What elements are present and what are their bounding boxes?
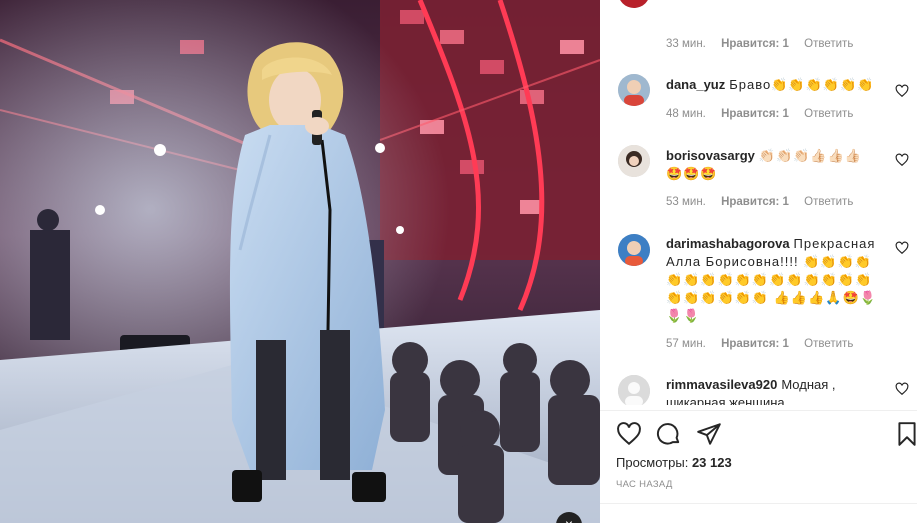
video-frame (0, 0, 600, 523)
bookmark-icon[interactable] (894, 421, 917, 447)
comment-username[interactable]: darimashabagorova (666, 236, 790, 251)
comment-meta: 48 мин. Нравится: 1 Ответить (666, 108, 865, 120)
comment-meta: 57 мин. Нравится: 1 Ответить (666, 338, 865, 350)
reply-button[interactable]: Ответить (804, 108, 853, 120)
comment-username[interactable]: rimmavasileva920 (666, 377, 777, 392)
heart-icon[interactable] (895, 84, 909, 98)
post-timestamp[interactable]: ЧАС НАЗАД (616, 479, 673, 490)
comment-meta: 53 мин. Нравится: 1 Ответить (666, 196, 865, 208)
comment-text: borisovasargy 👏🏻👏🏻👏🏻👍🏻👍🏻👍🏻 🤩🤩🤩 (666, 147, 882, 183)
comment-username[interactable]: dana_yuz (666, 77, 725, 92)
avatar[interactable] (618, 74, 650, 106)
comment-likes[interactable]: Нравится: 1 (721, 196, 789, 208)
reply-button[interactable]: Ответить (804, 338, 853, 350)
avatar[interactable] (618, 375, 650, 405)
avatar[interactable] (618, 0, 650, 8)
comment-text: dana_yuz Браво👏👏👏👏👏👏 (666, 76, 882, 94)
heart-icon[interactable] (895, 382, 909, 396)
video-player[interactable]: × (0, 0, 600, 523)
views-label: Просмотры: (616, 455, 689, 470)
comment-text: rimmavasileva920 Модная , шикарная женщин… (666, 376, 882, 405)
views-value: 23 123 (691, 455, 732, 470)
comment-time: 33 мин. (666, 38, 706, 50)
heart-icon[interactable] (895, 153, 909, 167)
reply-button[interactable]: Ответить (804, 38, 853, 50)
comments-list[interactable]: 33 мин. Нравится: 1 Ответить dana_yuz Бра… (600, 0, 917, 405)
share-icon[interactable] (696, 421, 722, 447)
comment-likes[interactable]: Нравится: 1 (721, 338, 789, 350)
comments-panel: 33 мин. Нравится: 1 Ответить dana_yuz Бра… (600, 0, 917, 523)
comment-body: Браво👏👏👏👏👏👏 (729, 77, 875, 92)
comment-username[interactable]: borisovasargy (666, 148, 755, 163)
action-bar: Просмотры: 23 123 ЧАС НАЗАД (600, 410, 917, 523)
comment-time: 53 мин. (666, 196, 706, 208)
comment-time: 57 мин. (666, 338, 706, 350)
comment-meta: 33 мин. Нравится: 1 Ответить (666, 38, 865, 50)
heart-icon[interactable] (895, 241, 909, 255)
comment-likes[interactable]: Нравится: 1 (721, 38, 789, 50)
comment-likes[interactable]: Нравится: 1 (721, 108, 789, 120)
avatar[interactable] (618, 145, 650, 177)
heart-icon[interactable] (616, 421, 642, 447)
comment-text: darimashabagorova Прекрасная Алла Борисов… (666, 235, 882, 325)
divider (600, 503, 917, 504)
views-count[interactable]: Просмотры: 23 123 (616, 455, 732, 470)
post-viewer: × 33 мин. Нравится: 1 Ответить dana_yuz Б… (0, 0, 917, 523)
comment-time: 48 мин. (666, 108, 706, 120)
comment-icon[interactable] (656, 421, 682, 447)
reply-button[interactable]: Ответить (804, 196, 853, 208)
avatar[interactable] (618, 234, 650, 266)
